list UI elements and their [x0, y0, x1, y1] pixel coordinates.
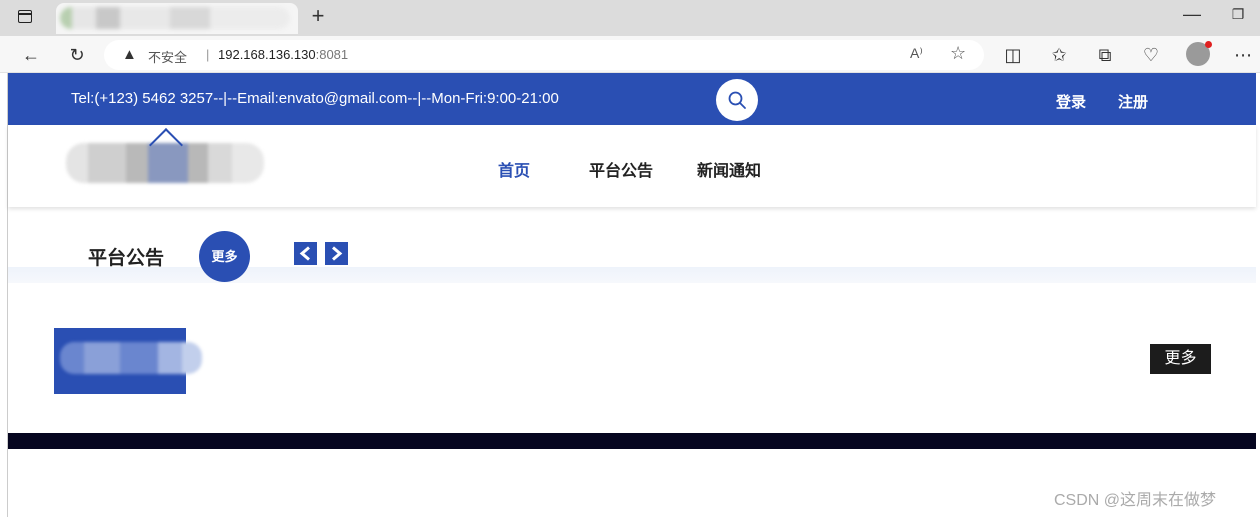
search-icon [728, 91, 746, 109]
site-header: 首页 平台公告 新闻通知 [8, 125, 1256, 207]
read-aloud-icon[interactable]: A⁾ [910, 45, 923, 62]
top-info-bar: Tel:(+123) 5462 3257--|--Email:envato@gm… [8, 73, 1256, 125]
favorite-star-icon[interactable]: ☆ [950, 43, 966, 64]
tab-actions-icon[interactable] [18, 10, 32, 23]
footer-bar [8, 433, 1256, 449]
contact-info: Tel:(+123) 5462 3257--|--Email:envato@gm… [71, 90, 559, 107]
chevron-left-icon [299, 246, 310, 261]
section-divider-strip [8, 267, 1256, 283]
profile-avatar[interactable] [1186, 41, 1212, 66]
warning-icon[interactable]: ▲ [122, 46, 137, 63]
more-button[interactable]: 更多 [1150, 344, 1211, 374]
more-menu-icon[interactable]: ⋯ [1230, 42, 1256, 68]
minimize-button[interactable]: — [1180, 4, 1204, 28]
announcement-image-redacted[interactable] [54, 328, 202, 394]
address-bar[interactable]: ▲ 不安全 | 192.168.136.130:8081 A⁾ ☆ [104, 40, 984, 70]
section-title: 平台公告 [88, 248, 165, 269]
csdn-watermark: CSDN @这周末在做梦 [1054, 492, 1217, 509]
tab-title-redacted [60, 7, 290, 29]
nav-item-announcements[interactable]: 平台公告 [589, 157, 653, 181]
browser-tab-active[interactable] [56, 3, 298, 34]
url-host: 192.168.136.130 [218, 47, 316, 62]
url-text[interactable]: 192.168.136.130:8081 [218, 47, 348, 62]
register-link[interactable]: 注册 [1118, 91, 1148, 112]
new-tab-button[interactable]: + [306, 4, 330, 28]
address-separator: | [206, 47, 210, 62]
back-icon[interactable]: ← [18, 42, 44, 68]
browser-tabstrip: + — ❐ [0, 0, 1260, 36]
nav-item-home[interactable]: 首页 [498, 157, 530, 181]
performance-icon[interactable]: ♡ [1138, 42, 1164, 68]
prev-arrow-button[interactable] [294, 242, 317, 265]
web-page: Tel:(+123) 5462 3257--|--Email:envato@gm… [7, 73, 1256, 517]
split-screen-icon[interactable]: ◫ [1000, 42, 1026, 68]
chevron-right-icon [332, 246, 343, 261]
restore-button[interactable]: ❐ [1226, 6, 1250, 30]
more-circle-button[interactable]: 更多 [199, 231, 250, 282]
announcement-text-redacted [60, 342, 202, 374]
url-port: :8081 [315, 47, 349, 62]
search-button[interactable] [716, 79, 758, 121]
nav-item-news[interactable]: 新闻通知 [697, 157, 761, 181]
browser-toolbar: ← ↻ ▲ 不安全 | 192.168.136.130:8081 A⁾ ☆ ◫ … [0, 36, 1260, 73]
refresh-icon[interactable]: ↻ [64, 42, 90, 68]
security-label[interactable]: 不安全 [148, 47, 187, 66]
login-link[interactable]: 登录 [1056, 91, 1086, 112]
collections-icon[interactable]: ⧉ [1092, 42, 1118, 68]
next-arrow-button[interactable] [325, 242, 348, 265]
favorites-icon[interactable]: ✩ [1046, 42, 1072, 68]
